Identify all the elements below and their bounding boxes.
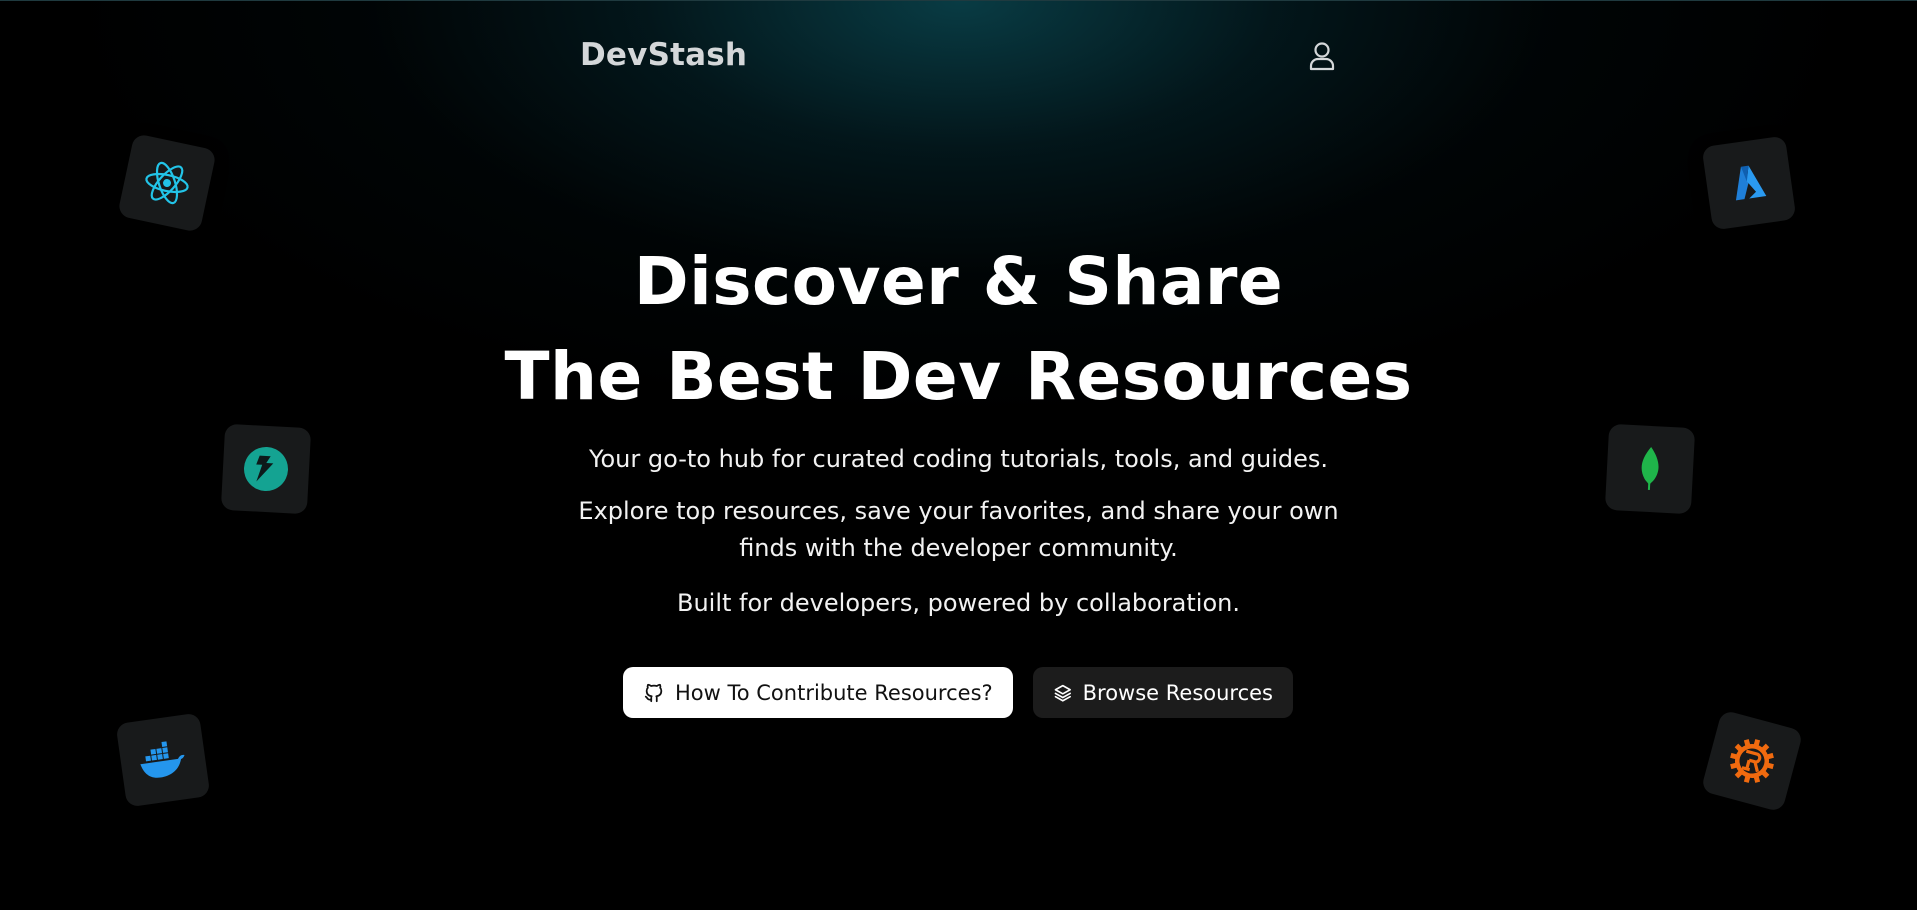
rust-tile — [1700, 709, 1804, 813]
mongodb-tile — [1604, 423, 1696, 515]
hero-headline-line-1: Discover & Share — [633, 243, 1284, 320]
docker-tile — [115, 712, 211, 808]
azure-icon — [1735, 165, 1767, 201]
hero-subtitle-3: Built for developers, powered by collabo… — [677, 589, 1240, 617]
docker-icon — [140, 741, 185, 778]
browse-resources-button[interactable]: Browse Resources — [1033, 667, 1293, 718]
hero-headline-line-2: The Best Dev Resources — [504, 338, 1413, 415]
azure-tile — [1701, 135, 1797, 231]
react-tile — [117, 133, 217, 233]
react-icon — [145, 161, 189, 205]
fastify-icon — [244, 446, 288, 491]
fastify-tile — [220, 423, 312, 515]
browse-resources-label: Browse Resources — [1082, 680, 1273, 705]
github-icon — [644, 683, 663, 702]
user-icon — [1309, 42, 1335, 71]
contribute-resources-button[interactable]: How To Contribute Resources? — [623, 667, 1013, 718]
hero-subtitle-2-line-2: finds with the developer community. — [739, 534, 1178, 562]
brand-logo[interactable]: DevStash — [580, 37, 747, 73]
landing-page: DevStash Discover & Share The Best Dev R… — [0, 0, 1917, 910]
layers-icon — [1054, 684, 1071, 702]
mongodb-icon — [1641, 447, 1659, 491]
rust-icon — [1730, 739, 1774, 783]
user-account-button[interactable] — [1306, 39, 1338, 73]
contribute-resources-label: How To Contribute Resources? — [675, 680, 993, 705]
